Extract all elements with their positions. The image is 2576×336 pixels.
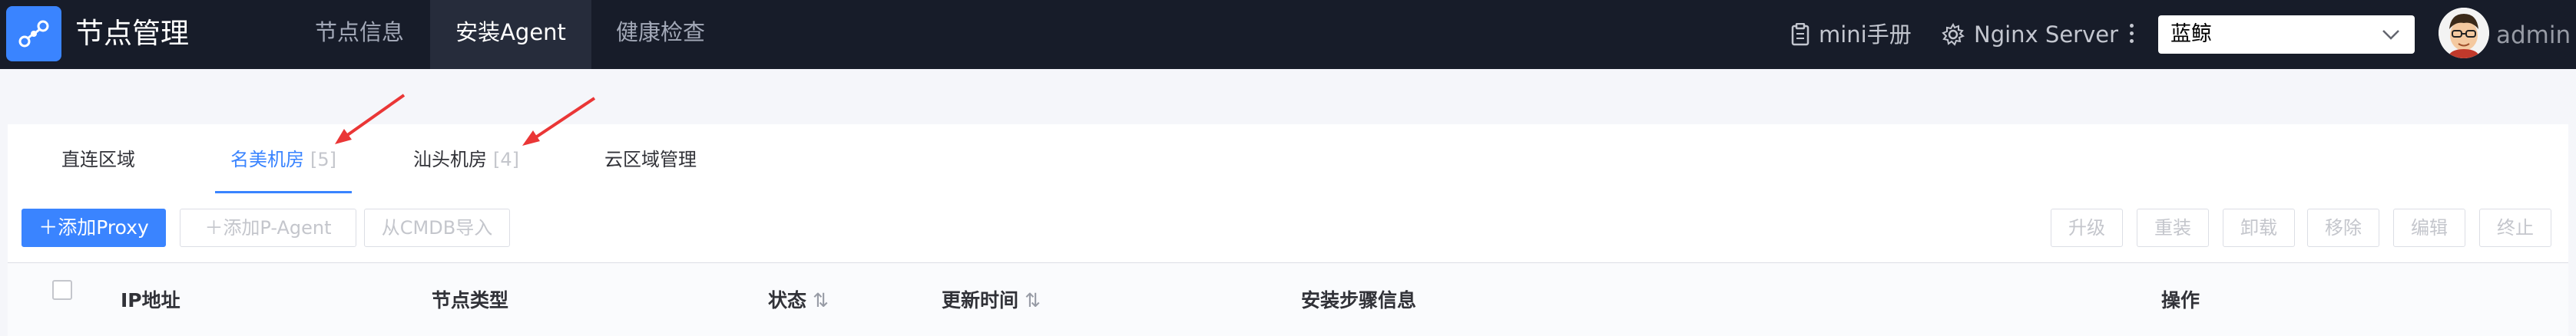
nav-tab-health-check[interactable]: 健康检查 — [616, 0, 705, 69]
add-proxy-label: 添加Proxy — [58, 216, 149, 239]
region-tabs: 直连区域 名美机房 [5] 汕头机房 [4] 云区域管理 — [8, 124, 2568, 193]
status-header-label: 状态 — [768, 289, 807, 311]
remove-button[interactable]: 移除 — [2307, 209, 2379, 247]
column-header-operations: 操作 — [2161, 289, 2200, 311]
uninstall-button[interactable]: 卸载 — [2223, 209, 2295, 247]
tab-count-badge: [4] — [493, 149, 519, 170]
more-menu-icon[interactable] — [2128, 20, 2134, 51]
nav-tab-install-agent[interactable]: 安装Agent — [430, 0, 591, 69]
tab-cloud-area-management[interactable]: 云区域管理 — [604, 124, 697, 193]
install-agent-panel: 直连区域 名美机房 [5] 汕头机房 [4] 云区域管理 ＋添加Proxy ＋添加P… — [8, 124, 2568, 336]
column-header-updated-time[interactable]: 更新时间 ⇅ — [942, 282, 1041, 320]
mini-manual-link[interactable]: mini手册 — [1791, 17, 1912, 52]
mini-manual-label: mini手册 — [1819, 21, 1912, 48]
terminate-button[interactable]: 终止 — [2479, 209, 2551, 247]
app-title: 节点管理 — [75, 17, 189, 50]
tab-label: 名美机房 — [230, 149, 304, 170]
import-from-cmdb-button[interactable]: 从CMDB导入 — [364, 209, 510, 247]
nav-tab-node-info[interactable]: 节点信息 — [315, 0, 404, 69]
tab-mingmei-room[interactable]: 名美机房 [5] — [215, 124, 352, 193]
add-pagent-label: 添加P-Agent — [223, 217, 332, 239]
select-all-checkbox[interactable] — [52, 280, 72, 300]
sort-icon[interactable]: ⇅ — [813, 289, 829, 311]
column-header-ip: IP地址 — [121, 289, 180, 311]
add-pagent-button[interactable]: ＋添加P-Agent — [180, 209, 356, 247]
server-link[interactable]: Nginx Server — [1942, 17, 2118, 52]
plus-icon: ＋ — [38, 216, 58, 239]
gear-icon — [1942, 23, 1965, 46]
business-select-value: 蓝鲸 — [2170, 22, 2212, 46]
clipboard-icon — [1791, 23, 1809, 46]
sort-icon[interactable]: ⇅ — [1025, 289, 1041, 311]
top-navigation-bar: 节点管理 节点信息 安装Agent 健康检查 mini手册 Nginx Serv… — [0, 0, 2576, 69]
tab-direct-area[interactable]: 直连区域 — [61, 124, 135, 193]
tab-label: 直连区域 — [61, 149, 135, 170]
add-proxy-button[interactable]: ＋添加Proxy — [22, 209, 166, 247]
edit-button[interactable]: 编辑 — [2393, 209, 2465, 247]
user-name[interactable]: admin — [2496, 18, 2571, 52]
app-logo-icon[interactable] — [6, 6, 61, 61]
reinstall-button[interactable]: 重装 — [2137, 209, 2209, 247]
server-label: Nginx Server — [1974, 21, 2119, 48]
plus-icon: ＋ — [204, 217, 223, 239]
chevron-down-icon — [2382, 30, 2399, 40]
tab-shantou-room[interactable]: 汕头机房 [4] — [413, 124, 519, 193]
user-avatar[interactable] — [2439, 8, 2489, 58]
column-header-status[interactable]: 状态 ⇅ — [768, 282, 829, 320]
column-header-node-type: 节点类型 — [432, 289, 509, 311]
upgrade-button[interactable]: 升级 — [2051, 209, 2123, 247]
column-header-install-steps: 安装步骤信息 — [1301, 289, 1417, 311]
tab-label: 云区域管理 — [604, 149, 697, 170]
table-header: IP地址 节点类型 状态 ⇅ 更新时间 ⇅ 安装步骤信息 操作 — [8, 262, 2568, 336]
business-select[interactable]: 蓝鲸 — [2158, 15, 2415, 54]
updated-header-label: 更新时间 — [942, 289, 1019, 311]
tab-label: 汕头机房 — [413, 149, 487, 170]
tab-count-badge: [5] — [310, 149, 336, 170]
